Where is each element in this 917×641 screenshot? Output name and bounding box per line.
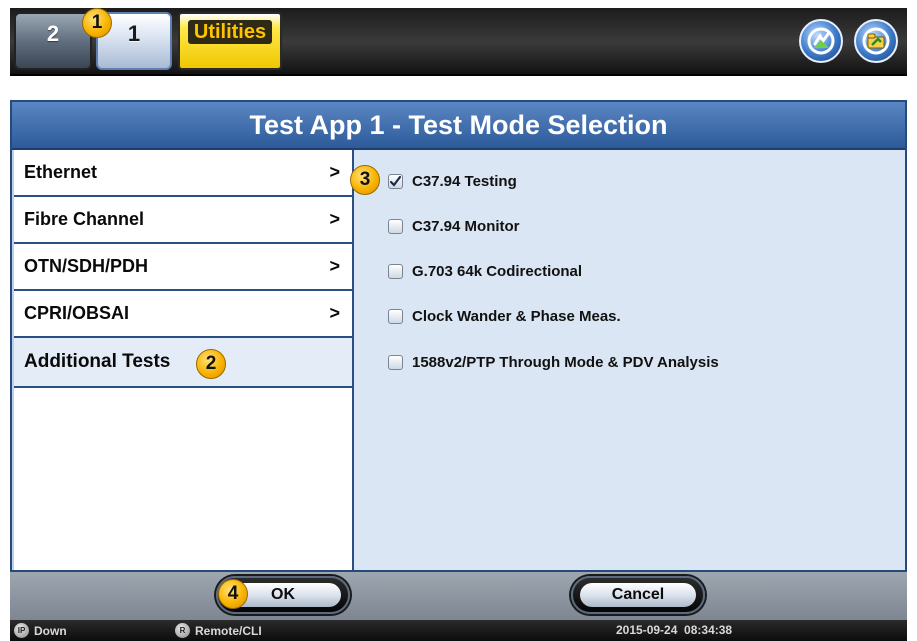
cancel-button-label: Cancel bbox=[580, 583, 696, 607]
check-icon bbox=[389, 175, 402, 187]
remote-status-text: Remote/CLI bbox=[195, 623, 262, 638]
utilities-tab[interactable]: Utilities bbox=[178, 12, 282, 70]
dialog-button-bar: OK Cancel bbox=[10, 572, 907, 620]
datetime-display: 2015-09-24 08:34:38 bbox=[616, 623, 732, 637]
test-mode-dialog: Test App 1 - Test Mode Selection Etherne… bbox=[10, 100, 907, 572]
dialog-title: Test App 1 - Test Mode Selection bbox=[12, 102, 905, 150]
app-tab-2[interactable]: 2 bbox=[14, 12, 92, 70]
checkbox-unchecked[interactable] bbox=[388, 219, 403, 234]
callout-badge-4: 4 bbox=[218, 579, 248, 609]
remote-status-icon: R bbox=[175, 623, 190, 638]
callout-badge-1: 1 bbox=[82, 8, 112, 38]
option-1588v2-ptp[interactable]: 1588v2/PTP Through Mode & PDV Analysis bbox=[388, 354, 719, 371]
datetime-text: 2015-09-24 08:34:38 bbox=[616, 623, 733, 637]
ip-status: IP Down bbox=[14, 623, 67, 638]
ip-status-icon: IP bbox=[14, 623, 29, 638]
utilities-label: Utilities bbox=[187, 20, 273, 44]
option-clock-wander[interactable]: Clock Wander & Phase Meas. bbox=[388, 308, 621, 325]
category-ethernet[interactable]: Ethernet > bbox=[14, 150, 352, 197]
chevron-right-icon: > bbox=[329, 303, 340, 323]
category-cpri-obsai[interactable]: CPRI/OBSAI > bbox=[14, 291, 352, 338]
category-list: Ethernet > Fibre Channel > OTN/SDH/PDH >… bbox=[14, 150, 354, 570]
sync-icon bbox=[807, 27, 835, 55]
chevron-right-icon: > bbox=[329, 256, 340, 276]
option-c3794-testing[interactable]: C37.94 Testing bbox=[388, 173, 517, 190]
option-label: Clock Wander & Phase Meas. bbox=[412, 308, 621, 325]
callout-badge-3: 3 bbox=[350, 165, 380, 195]
test-mode-options: C37.94 Testing C37.94 Monitor G.703 64k … bbox=[354, 150, 905, 570]
checkbox-checked[interactable] bbox=[388, 174, 403, 189]
sync-button[interactable] bbox=[799, 19, 843, 63]
category-otn-sdh-pdh[interactable]: OTN/SDH/PDH > bbox=[14, 244, 352, 291]
cancel-button[interactable]: Cancel bbox=[571, 576, 705, 614]
option-label: 1588v2/PTP Through Mode & PDV Analysis bbox=[412, 354, 719, 371]
status-bar: IP Down R Remote/CLI 2015-09-24 08:34:38 bbox=[10, 620, 907, 641]
option-c3794-monitor[interactable]: C37.94 Monitor bbox=[388, 218, 520, 235]
category-label: OTN/SDH/PDH bbox=[24, 256, 149, 276]
category-additional-tests[interactable]: Additional Tests bbox=[14, 338, 352, 388]
ip-status-text: Down bbox=[34, 623, 67, 638]
app-tab-1-label: 1 bbox=[127, 21, 141, 46]
checkbox-unchecked[interactable] bbox=[388, 355, 403, 370]
option-label: C37.94 Testing bbox=[412, 173, 517, 190]
category-label: Fibre Channel bbox=[24, 209, 145, 229]
callout-badge-2: 2 bbox=[196, 349, 226, 379]
checkbox-unchecked[interactable] bbox=[388, 264, 403, 279]
option-g703-64k[interactable]: G.703 64k Codirectional bbox=[388, 263, 582, 280]
chevron-right-icon: > bbox=[329, 162, 340, 182]
files-button[interactable] bbox=[854, 19, 898, 63]
remote-status: R Remote/CLI bbox=[175, 623, 262, 638]
checkbox-unchecked[interactable] bbox=[388, 309, 403, 324]
top-toolbar: 2 1 Utilities bbox=[10, 8, 907, 76]
category-label: Ethernet bbox=[24, 162, 98, 182]
option-label: C37.94 Monitor bbox=[412, 218, 520, 235]
option-label: G.703 64k Codirectional bbox=[412, 263, 583, 280]
app-tab-2-label: 2 bbox=[46, 21, 60, 46]
dialog-content: Ethernet > Fibre Channel > OTN/SDH/PDH >… bbox=[12, 150, 905, 570]
category-fibre-channel[interactable]: Fibre Channel > bbox=[14, 197, 352, 244]
chevron-right-icon: > bbox=[329, 209, 340, 229]
category-label: Additional Tests bbox=[24, 351, 171, 372]
category-label: CPRI/OBSAI bbox=[24, 303, 130, 323]
files-icon bbox=[862, 27, 890, 55]
